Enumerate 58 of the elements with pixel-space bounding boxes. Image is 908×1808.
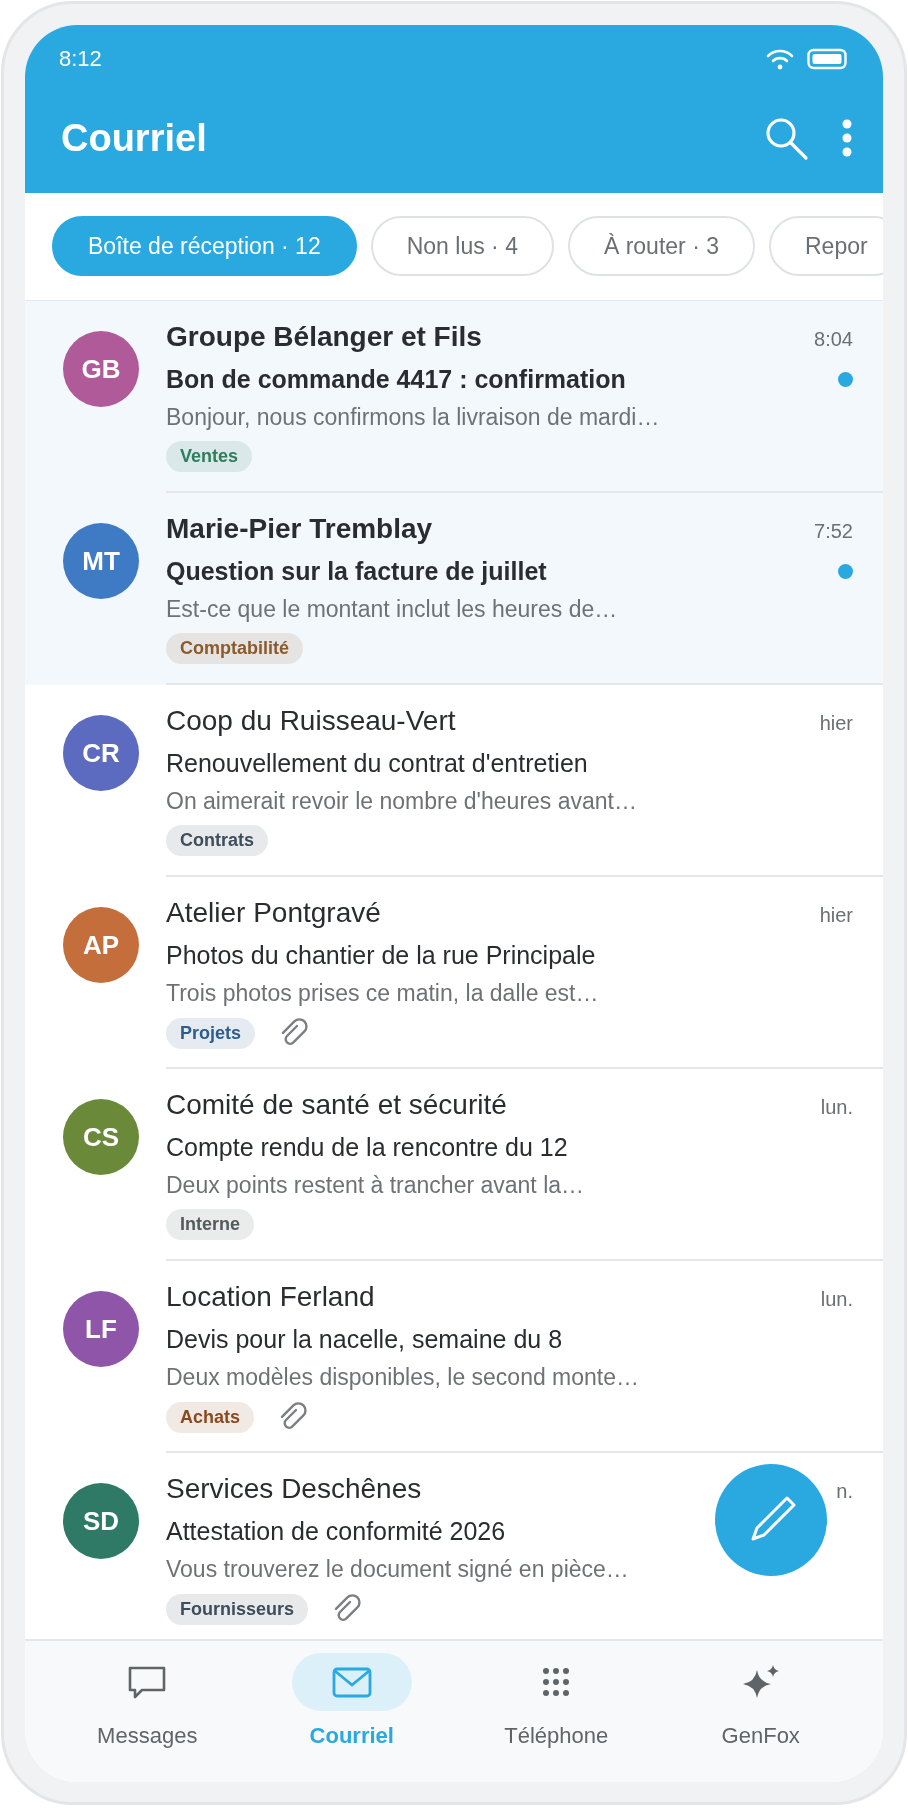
message-preview: Est-ce que le montant inclut les heures de… bbox=[166, 596, 619, 623]
search-icon[interactable] bbox=[763, 115, 809, 161]
sender-name: Groupe Bélanger et Fils bbox=[166, 321, 482, 353]
message-subject: Compte rendu de la rencontre du 12 bbox=[166, 1133, 568, 1162]
unread-dot bbox=[838, 372, 853, 387]
message-subject: Devis pour la nacelle, semaine du 8 bbox=[166, 1325, 563, 1354]
avatar: GB bbox=[63, 331, 139, 407]
sender-name: Services Deschênes bbox=[166, 1473, 422, 1505]
category-tag: Comptabilité bbox=[166, 633, 303, 664]
filter-chip[interactable]: Non lus · 4 bbox=[370, 216, 554, 276]
wifi-icon bbox=[765, 47, 795, 71]
category-tag: Ventes bbox=[166, 441, 253, 472]
message-time: 8:04 bbox=[814, 328, 853, 351]
unread-dot bbox=[838, 564, 853, 579]
category-tag: Achats bbox=[166, 1401, 255, 1433]
message-preview: Bonjour, nous confirmons la livraison de mardi… bbox=[166, 404, 661, 431]
filter-chip[interactable]: À router · 3 bbox=[567, 216, 755, 276]
message-time: lun. bbox=[820, 1288, 853, 1311]
message-time: lun. bbox=[820, 1096, 853, 1119]
message-row[interactable]: GB Groupe Bélanger et Fils 8:04 Bon de commande 4417 : confirmation Bonjour, nous confirmons la livraison de mardi… Ventes bbox=[25, 301, 883, 493]
nav-tab[interactable]: GenFox bbox=[658, 1641, 863, 1782]
avatar: MT bbox=[63, 523, 139, 599]
message-time: 7:52 bbox=[814, 520, 853, 543]
message-preview: Deux modèles disponibles, le second monte… bbox=[166, 1364, 641, 1391]
message-time: hier bbox=[819, 712, 853, 735]
message-subject: Renouvellement du contrat d'entretien bbox=[166, 749, 588, 778]
message-preview: On aimerait revoir le nombre d'heures avant… bbox=[166, 788, 638, 815]
category-tag: Fournisseurs bbox=[166, 1593, 309, 1625]
category-tag: Interne bbox=[166, 1209, 254, 1240]
nav-tab[interactable]: Messages bbox=[45, 1641, 250, 1782]
app-title: Courriel bbox=[61, 116, 207, 160]
sender-name: Location Ferland bbox=[166, 1281, 375, 1313]
message-subject: Bon de commande 4417 : confirmation bbox=[166, 365, 626, 394]
nav-tab[interactable]: Téléphone bbox=[454, 1641, 659, 1782]
message-row[interactable]: MT Marie-Pier Tremblay 7:52 Question sur la facture de juillet Est-ce que le montant inclut les heures de… Comptabilité bbox=[25, 493, 883, 685]
avatar: CS bbox=[63, 1099, 139, 1175]
message-subject: Question sur la facture de juillet bbox=[166, 557, 547, 586]
battery-icon bbox=[807, 48, 849, 70]
filter-chip[interactable]: Repor bbox=[769, 216, 883, 276]
message-preview: Trois photos prises ce matin, la dalle est… bbox=[166, 980, 600, 1007]
message-subject: Photos du chantier de la rue Principale bbox=[166, 941, 596, 970]
status-time: 8:12 bbox=[59, 46, 102, 72]
more-menu-icon[interactable] bbox=[841, 118, 853, 158]
avatar: SD bbox=[63, 1483, 139, 1559]
sender-name: Atelier Pontgravé bbox=[166, 897, 381, 929]
message-preview: Vous trouverez le document signé en pièce… bbox=[166, 1556, 630, 1583]
avatar: CR bbox=[63, 715, 139, 791]
message-time: n. bbox=[836, 1480, 853, 1503]
message-time: hier bbox=[819, 904, 853, 927]
category-tag: Projets bbox=[166, 1017, 256, 1049]
avatar: LF bbox=[63, 1291, 139, 1367]
avatar: AP bbox=[63, 907, 139, 983]
sender-name: Marie-Pier Tremblay bbox=[166, 513, 433, 545]
message-subject: Attestation de conformité 2026 bbox=[166, 1517, 506, 1546]
message-preview: Deux points restent à trancher avant la… bbox=[166, 1172, 586, 1199]
sender-name: Comité de santé et sécurité bbox=[166, 1089, 507, 1121]
category-tag: Contrats bbox=[166, 825, 268, 856]
sender-name: Coop du Ruisseau-Vert bbox=[166, 705, 456, 737]
